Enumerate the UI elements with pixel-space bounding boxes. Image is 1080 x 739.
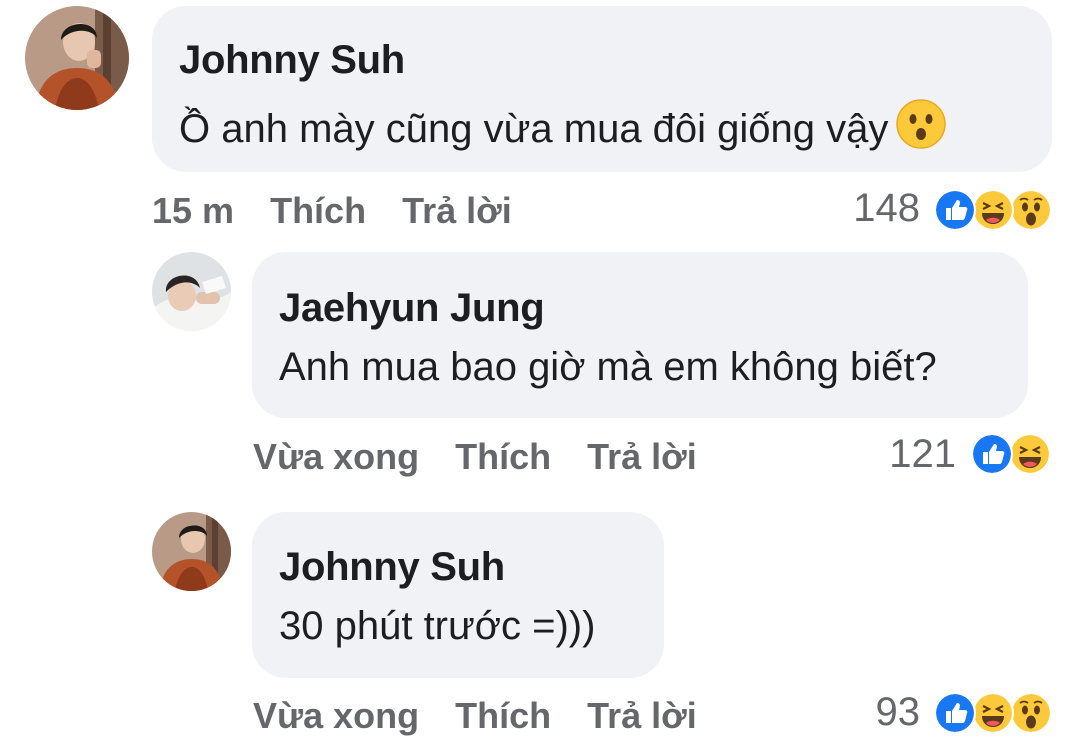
reply-button[interactable]: Trả lời (587, 695, 697, 737)
comment-timestamp[interactable]: Vừa xong (253, 436, 419, 478)
comment-timestamp[interactable]: 15 m (152, 190, 234, 232)
wow-reaction-icon (1010, 692, 1052, 734)
reactions-summary[interactable] (934, 692, 1052, 734)
comment-text: Ồ anh mày cũng vừa mua đôi giống vậy (179, 99, 947, 159)
haha-reaction-icon (1009, 433, 1051, 475)
comment-bubble (252, 252, 1028, 418)
reactions-summary[interactable] (934, 189, 1052, 231)
comment-author[interactable]: Johnny Suh (179, 38, 405, 83)
reaction-count[interactable]: 148 (800, 186, 920, 231)
comment-author[interactable]: Jaehyun Jung (279, 286, 545, 331)
comment-author[interactable]: Johnny Suh (279, 545, 505, 590)
hushed-face-icon (896, 99, 947, 159)
avatar[interactable] (152, 512, 231, 591)
haha-reaction-icon (972, 189, 1014, 231)
comment-actions: Vừa xong Thích Trả lời (253, 436, 723, 478)
avatar[interactable] (25, 6, 129, 110)
comment-text-content: Ồ anh mày cũng vừa mua đôi giống vậy (179, 107, 889, 151)
profile-photo-icon (152, 512, 231, 591)
like-button[interactable]: Thích (270, 190, 366, 232)
comment-actions: Vừa xong Thích Trả lời (253, 695, 723, 737)
comment-text: Anh mua bao giờ mà em không biết? (279, 345, 937, 389)
profile-photo-icon (152, 252, 231, 331)
reply-button[interactable]: Trả lời (402, 190, 512, 232)
like-button[interactable]: Thích (455, 695, 551, 737)
wow-reaction-icon (1010, 189, 1052, 231)
like-reaction-icon (934, 189, 976, 231)
like-button[interactable]: Thích (455, 436, 551, 478)
reactions-summary[interactable] (971, 433, 1051, 475)
comment-bubble (252, 512, 664, 678)
avatar[interactable] (152, 252, 231, 331)
reaction-count[interactable]: 93 (800, 690, 921, 735)
haha-reaction-icon (972, 692, 1014, 734)
reaction-count[interactable]: 121 (836, 432, 956, 477)
comment-text: 30 phút trước =))) (279, 604, 596, 648)
profile-photo-icon (25, 6, 129, 110)
reply-button[interactable]: Trả lời (587, 436, 697, 478)
like-reaction-icon (934, 692, 976, 734)
comment-timestamp[interactable]: Vừa xong (253, 695, 419, 737)
comment-actions: 15 m Thích Trả lời (152, 190, 538, 232)
like-reaction-icon (971, 433, 1013, 475)
comment-thread: Johnny Suh Ồ anh mày cũng vừa mua đôi gi… (0, 0, 1080, 739)
